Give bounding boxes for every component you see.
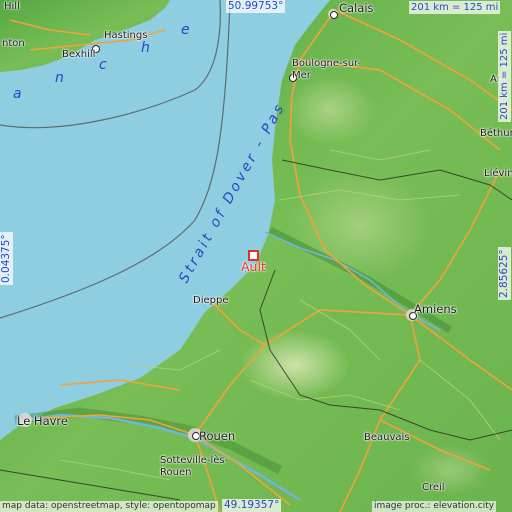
elevation-map[interactable]: Calais Hill nton Hastings Bexhill Boulog… — [0, 0, 512, 512]
coord-top: 50.99753° — [226, 0, 286, 13]
channel-letter-e: e — [181, 22, 190, 38]
credit-image-proc: image proc.: elevation.city — [372, 501, 497, 512]
label-creil: Creil — [422, 482, 445, 493]
coord-bottom: 49.19357° — [222, 499, 282, 512]
credit-map-data: map data: openstreetmap, style: opentopo… — [0, 501, 218, 512]
label-nton: nton — [2, 38, 25, 49]
label-ault: Ault — [241, 259, 266, 274]
label-hill: Hill — [4, 1, 20, 12]
city-dot-calais — [330, 11, 338, 19]
label-rouen: Rouen — [199, 429, 236, 443]
label-bethune: Béthun — [480, 128, 512, 139]
coord-left: 0.04375° — [0, 232, 13, 285]
label-sotteville: Sotteville-lès- Rouen — [160, 455, 229, 478]
label-beauvais: Beauvais — [364, 432, 410, 443]
label-calais: Calais — [339, 1, 374, 15]
channel-letter-n: n — [55, 70, 64, 86]
label-boulogne: Boulogne-sur- Mer — [292, 58, 362, 81]
channel-letter-h: h — [141, 40, 150, 56]
label-bexhill: Bexhill — [62, 49, 96, 60]
plateau-area — [290, 170, 430, 280]
channel-letter-a: a — [13, 86, 22, 102]
label-amiens: Amiens — [414, 302, 457, 316]
boulonnais-hills — [285, 75, 375, 145]
label-dieppe: Dieppe — [193, 295, 229, 306]
channel-letter-c: c — [99, 57, 107, 73]
coord-right: 2.85625° — [498, 247, 511, 300]
label-lehavre: Le Havre — [17, 414, 68, 428]
scale-vertical: 201 km = 125 mi — [498, 30, 511, 122]
scale-horizontal: 201 km = 125 mi — [409, 1, 501, 14]
label-lievin: Liévin — [484, 168, 512, 179]
